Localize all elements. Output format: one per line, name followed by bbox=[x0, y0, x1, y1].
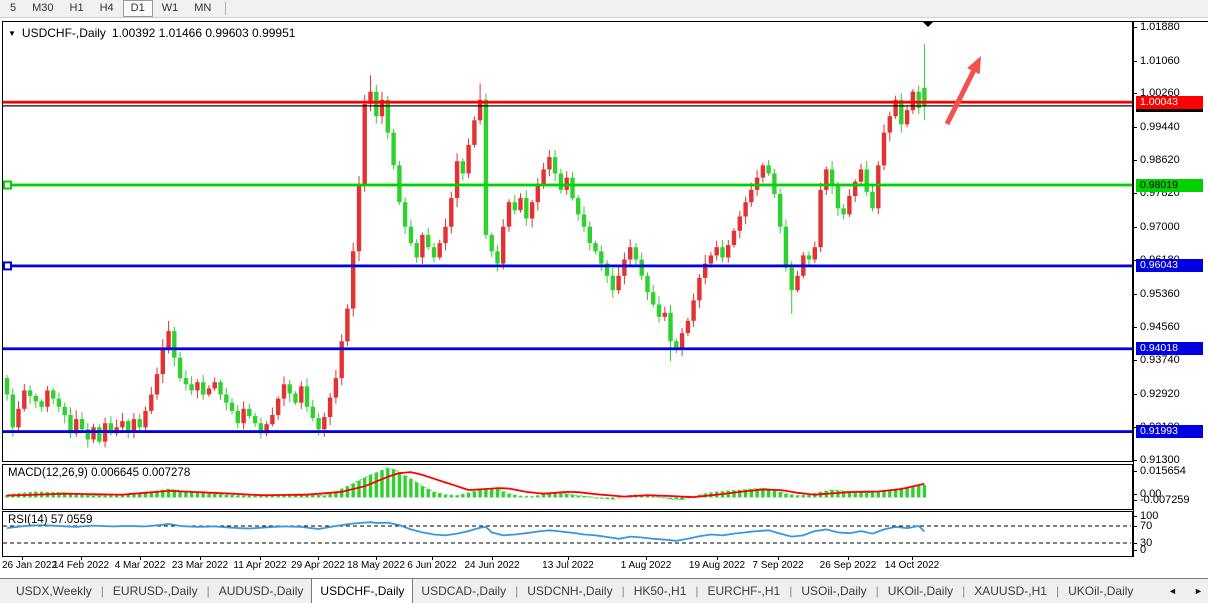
tab-ukoil-daily[interactable]: UKOil-,Daily bbox=[880, 580, 961, 602]
price-tick bbox=[1133, 394, 1137, 395]
date-label: 4 Mar 2022 bbox=[115, 560, 166, 571]
timeframe-button-H4[interactable]: H4 bbox=[93, 1, 121, 16]
timeframe-button-MN[interactable]: MN bbox=[187, 1, 218, 16]
date-label: 11 Apr 2022 bbox=[233, 560, 286, 571]
tab-eurusd-daily[interactable]: EURUSD-,Daily bbox=[105, 580, 206, 602]
price-tick bbox=[1133, 61, 1137, 62]
date-label: 18 May 2022 bbox=[347, 560, 405, 571]
support-line-blue-2-price-label: 0.94018 bbox=[1136, 342, 1203, 355]
price-tick bbox=[1133, 127, 1137, 128]
timeframe-button-D1[interactable]: D1 bbox=[123, 0, 153, 17]
tab-usdchf-daily[interactable]: USDCHF-,Daily bbox=[311, 578, 413, 603]
price-tick-label: 0.98620 bbox=[1140, 155, 1180, 166]
support-line-blue-1-price-label: 0.96043 bbox=[1136, 259, 1203, 272]
tab-audusd-daily[interactable]: AUDUSD-,Daily bbox=[211, 580, 312, 602]
macd-axis-label: 0.015654 bbox=[1140, 466, 1186, 477]
support-line-blue-2 bbox=[3, 347, 1132, 350]
rsi-axis-label: 70 bbox=[1140, 521, 1152, 532]
date-label: 1 Aug 2022 bbox=[621, 560, 672, 571]
date-label: 26 Jan 2022 bbox=[2, 560, 57, 571]
price-tick-label: 1.01880 bbox=[1140, 22, 1180, 33]
rsi-tick bbox=[1133, 543, 1137, 544]
price-tick bbox=[1133, 227, 1137, 228]
indicator-label-macd: MACD(12,26,9) 0.006645 0.007278 bbox=[8, 467, 190, 479]
macd-tick bbox=[1133, 471, 1137, 472]
timeframe-button-H1[interactable]: H1 bbox=[63, 1, 91, 16]
price-tick bbox=[1133, 327, 1137, 328]
price-tick-label: 0.95360 bbox=[1140, 289, 1180, 300]
resistance-line bbox=[3, 101, 1132, 104]
timeframe-toolbar: 5M30H1H4D1W1MN bbox=[0, 0, 1208, 18]
timeframe-button-5[interactable]: 5 bbox=[3, 1, 23, 16]
price-tick-label: 0.99440 bbox=[1140, 122, 1180, 133]
date-label: 6 Jun 2022 bbox=[407, 560, 457, 571]
trend-arrow-annotation bbox=[947, 68, 975, 124]
macd-tick bbox=[1133, 500, 1137, 501]
timeframe-button-M30[interactable]: M30 bbox=[25, 1, 60, 16]
date-label: 23 Mar 2022 bbox=[172, 560, 228, 571]
date-label: 29 Apr 2022 bbox=[291, 560, 345, 571]
tab-xauusd-h1[interactable]: XAUUSD-,H1 bbox=[966, 580, 1055, 602]
date-label: 13 Jul 2022 bbox=[542, 560, 594, 571]
support-line-blue-3 bbox=[3, 430, 1132, 433]
support-line-blue-1-handle bbox=[4, 262, 11, 269]
date-label: 14 Feb 2022 bbox=[53, 560, 109, 571]
price-tick bbox=[1133, 193, 1137, 194]
price-tick bbox=[1133, 294, 1137, 295]
price-tick bbox=[1133, 360, 1137, 361]
tab-usdcad-daily[interactable]: USDCAD-,Daily bbox=[413, 580, 514, 602]
date-label: 24 Jun 2022 bbox=[464, 560, 519, 571]
date-label: 14 Oct 2022 bbox=[885, 560, 939, 571]
price-tick bbox=[1133, 160, 1137, 161]
price-tick bbox=[1133, 27, 1137, 28]
rsi-tick bbox=[1133, 550, 1137, 551]
date-label: 7 Sep 2022 bbox=[752, 560, 803, 571]
tab-usoil-daily[interactable]: USOil-,Daily bbox=[793, 580, 874, 602]
rsi-axis-label: 0 bbox=[1140, 545, 1146, 556]
tab-ukoil-daily[interactable]: UKOil-,Daily bbox=[1060, 580, 1141, 602]
price-tick bbox=[1133, 460, 1137, 461]
price-tick-label: 0.94560 bbox=[1140, 322, 1180, 333]
price-tick-label: 1.01060 bbox=[1140, 56, 1180, 67]
tab-usdx-weekly[interactable]: USDX,Weekly bbox=[8, 580, 100, 602]
rsi-tick bbox=[1133, 526, 1137, 527]
price-tick-label: 0.93740 bbox=[1140, 355, 1180, 366]
date-label: 26 Sep 2022 bbox=[820, 560, 877, 571]
support-line-blue-1 bbox=[3, 265, 1132, 268]
macd-axis-label: -0.007259 bbox=[1140, 495, 1190, 506]
candles-canvas[interactable] bbox=[3, 22, 1132, 460]
chart-symbol-label: USDCHF-,Daily bbox=[22, 26, 106, 40]
rsi-canvas[interactable] bbox=[3, 512, 1132, 555]
support-line-green-handle bbox=[4, 182, 11, 189]
tab-scroll-right-button[interactable]: ► bbox=[1194, 586, 1203, 596]
toolbar-separator bbox=[225, 2, 226, 15]
date-label: 19 Aug 2022 bbox=[689, 560, 745, 571]
timeframe-button-W1[interactable]: W1 bbox=[155, 1, 186, 16]
support-line-green-price-label: 0.98019 bbox=[1136, 179, 1203, 192]
rsi-tick bbox=[1133, 516, 1137, 517]
price-tick-label: 0.97000 bbox=[1140, 222, 1180, 233]
macd-tick bbox=[1133, 494, 1137, 495]
price-tick-label: 0.92920 bbox=[1140, 389, 1180, 400]
tab-scroll-left-button[interactable]: ◄ bbox=[1168, 586, 1177, 596]
tab-usdcnh-daily[interactable]: USDCNH-,Daily bbox=[519, 580, 620, 602]
symbol-dropdown-icon[interactable]: ▼ bbox=[8, 29, 16, 38]
price-tick bbox=[1133, 93, 1137, 94]
chart-ohlc-values: 1.00392 1.01466 0.99603 0.99951 bbox=[112, 26, 296, 40]
indicator-label-rsi: RSI(14) 57.0559 bbox=[8, 514, 92, 526]
price-axis-separator bbox=[1133, 21, 1134, 557]
tab-eurchf-h1[interactable]: EURCHF-,H1 bbox=[700, 580, 789, 602]
chart-title: ▼ USDCHF-,Daily 1.00392 1.01466 0.99603 … bbox=[8, 26, 295, 40]
support-line-green bbox=[3, 184, 1132, 187]
support-line-blue-3-price-label: 0.91993 bbox=[1136, 425, 1203, 438]
tab-hk50-h1[interactable]: HK50-,H1 bbox=[626, 580, 695, 602]
current-price-line bbox=[3, 105, 1132, 106]
tab-bar: USDX,Weekly|EURUSD-,Daily|AUDUSD-,DailyU… bbox=[0, 578, 1208, 603]
last-bar-marker-icon bbox=[923, 22, 933, 27]
resistance-line-price-label: 1.00043 bbox=[1136, 96, 1203, 109]
